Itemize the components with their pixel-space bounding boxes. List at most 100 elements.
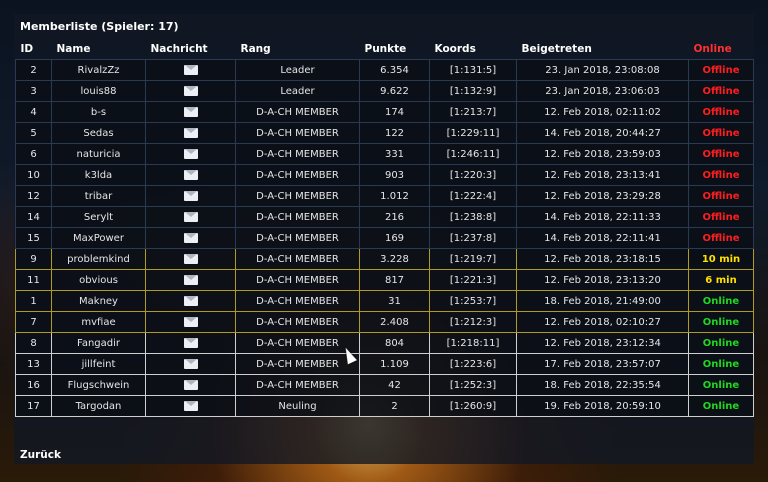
member-online-status: Offline [688,59,754,81]
member-online-status: Offline [688,101,754,123]
member-joined: 14. Feb 2018, 22:11:33 [516,206,689,228]
member-coords[interactable]: [1:246:11] [429,143,517,165]
member-coords[interactable]: [1:218:11] [429,332,517,354]
envelope-icon [183,232,198,243]
member-joined: 12. Feb 2018, 02:11:02 [516,101,689,123]
table-row: 8 Fangadir D-A-CH MEMBER 804 [1:218:11] 12. F… [15,332,754,354]
send-message-button[interactable] [145,59,236,81]
member-name[interactable]: problemkind [51,248,146,270]
member-name[interactable]: Targodan [51,395,146,417]
member-name[interactable]: Flugschwein [51,374,146,396]
table-row: 9 problemkind D-A-CH MEMBER 3.228 [1:219:7] 1… [15,248,754,270]
back-link[interactable]: Zurück [20,449,61,461]
send-message-button[interactable] [145,101,236,123]
send-message-button[interactable] [145,227,236,249]
member-name[interactable]: MaxPower [51,227,146,249]
member-points: 2.408 [359,311,430,333]
member-name[interactable]: tribar [51,185,146,207]
member-online-status: Offline [688,227,754,249]
member-name[interactable]: RivalzZz [51,59,146,81]
member-id: 1 [15,290,52,312]
member-name[interactable]: Serylt [51,206,146,228]
member-id: 12 [15,185,52,207]
send-message-button[interactable] [145,374,236,396]
member-joined: 12. Feb 2018, 23:59:03 [516,143,689,165]
member-name[interactable]: naturicia [51,143,146,165]
member-coords[interactable]: [1:220:3] [429,164,517,186]
table-row: 6 naturicia D-A-CH MEMBER 331 [1:246:11] 12. … [15,143,754,165]
member-coords[interactable]: [1:223:6] [429,353,517,375]
member-points: 169 [359,227,430,249]
page-title: Memberliste (Spieler: 17) [20,20,179,33]
member-coords[interactable]: [1:237:8] [429,227,517,249]
send-message-button[interactable] [145,206,236,228]
send-message-button[interactable] [145,80,236,102]
member-coords[interactable]: [1:252:3] [429,374,517,396]
member-name[interactable]: jillfeint [51,353,146,375]
envelope-icon [183,148,198,159]
member-joined: 12. Feb 2018, 23:12:34 [516,332,689,354]
member-rank: D-A-CH MEMBER [235,185,360,207]
send-message-button[interactable] [145,332,236,354]
column-header-message: Nachricht [150,42,208,55]
member-name[interactable]: k3lda [51,164,146,186]
member-joined: 18. Feb 2018, 22:35:54 [516,374,689,396]
column-header-joined[interactable]: Beigetreten [517,38,689,60]
member-rank: D-A-CH MEMBER [235,311,360,333]
member-coords[interactable]: [1:222:4] [429,185,517,207]
send-message-button[interactable] [145,290,236,312]
member-online-status: Offline [688,164,754,186]
member-coords[interactable]: [1:131:5] [429,59,517,81]
column-header-points[interactable]: Punkte [360,38,430,60]
member-coords[interactable]: [1:238:8] [429,206,517,228]
member-name[interactable]: Sedas [51,122,146,144]
member-coords[interactable]: [1:229:11] [429,122,517,144]
member-name[interactable]: Makney [51,290,146,312]
member-coords[interactable]: [1:260:9] [429,395,517,417]
member-points: 9.622 [359,80,430,102]
member-joined: 23. Jan 2018, 23:08:08 [516,59,689,81]
send-message-button[interactable] [145,143,236,165]
member-coords[interactable]: [1:219:7] [429,248,517,270]
member-points: 122 [359,122,430,144]
member-name[interactable]: Fangadir [51,332,146,354]
member-coords[interactable]: [1:132:9] [429,80,517,102]
send-message-button[interactable] [145,164,236,186]
member-online-status: Offline [688,143,754,165]
send-message-button[interactable] [145,269,236,291]
member-name[interactable]: louis88 [51,80,146,102]
envelope-icon [183,211,198,222]
member-points: 331 [359,143,430,165]
member-id: 6 [15,143,52,165]
member-online-status: Online [688,374,754,396]
envelope-icon [183,379,198,390]
send-message-button[interactable] [145,353,236,375]
envelope-icon [183,400,198,411]
table-row: 17 Targodan Neuling 2 [1:260:9] 19. Feb 2018,… [15,395,754,417]
member-coords[interactable]: [1:253:7] [429,290,517,312]
send-message-button[interactable] [145,185,236,207]
envelope-icon [183,295,198,306]
send-message-button[interactable] [145,248,236,270]
member-joined: 14. Feb 2018, 22:11:41 [516,227,689,249]
member-joined: 12. Feb 2018, 02:10:27 [516,311,689,333]
send-message-button[interactable] [145,122,236,144]
member-coords[interactable]: [1:213:7] [429,101,517,123]
send-message-button[interactable] [145,395,236,417]
member-rank: D-A-CH MEMBER [235,164,360,186]
member-name[interactable]: mvfiae [51,311,146,333]
member-online-status: Offline [688,206,754,228]
member-coords[interactable]: [1:212:3] [429,311,517,333]
column-header-coords[interactable]: Koords [430,38,517,60]
member-name[interactable]: b-s [51,101,146,123]
member-rank: D-A-CH MEMBER [235,353,360,375]
column-header-id[interactable]: ID [16,38,52,60]
member-name[interactable]: obvious [51,269,146,291]
column-header-name[interactable]: Name [52,38,146,60]
table-row: 11 obvious D-A-CH MEMBER 817 [1:221:3] 12. Fe… [15,269,754,291]
member-points: 903 [359,164,430,186]
column-header-rank[interactable]: Rang [236,38,360,60]
column-header-online[interactable]: Online [689,38,754,60]
send-message-button[interactable] [145,311,236,333]
member-coords[interactable]: [1:221:3] [429,269,517,291]
